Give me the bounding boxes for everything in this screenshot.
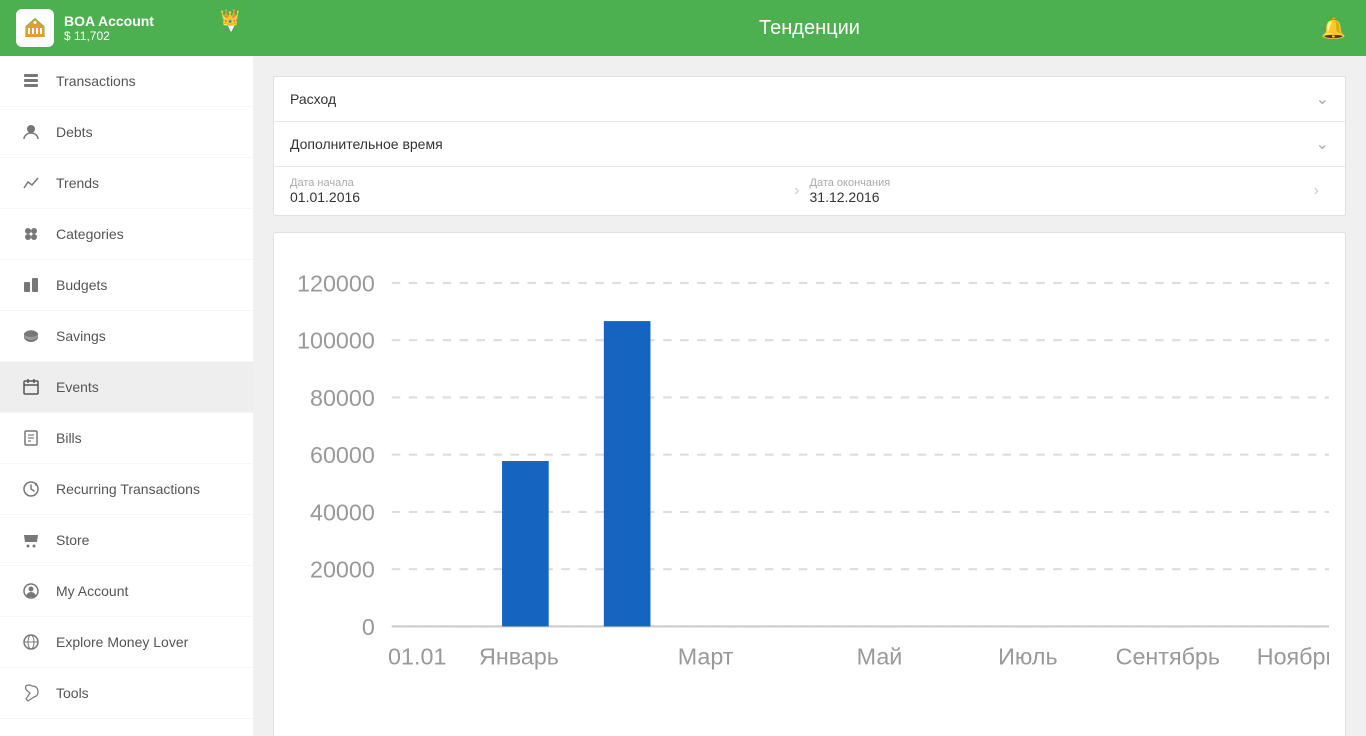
events-icon	[20, 376, 42, 398]
date-end-block: Дата окончания 31.12.2016	[810, 177, 1304, 205]
sidebar-item-store[interactable]: Store	[0, 515, 253, 566]
sidebar-item-label-my-account: My Account	[56, 583, 128, 599]
chart-panel: 120000 100000 80000 60000 40000 20000 0	[273, 232, 1346, 736]
sidebar-item-savings[interactable]: Savings	[0, 311, 253, 362]
budgets-icon	[20, 274, 42, 296]
debts-icon	[20, 121, 42, 143]
filter-time-chevron: ⌄	[1316, 134, 1329, 154]
svg-text:Январь: Январь	[479, 644, 559, 670]
svg-text:100000: 100000	[297, 328, 375, 354]
sidebar-header-left: BOA Account $ 11,702	[16, 9, 154, 47]
recurring-icon	[20, 478, 42, 500]
svg-text:01.01: 01.01	[388, 644, 446, 670]
date-range-arrow: ›	[784, 182, 809, 200]
transactions-icon	[20, 70, 42, 92]
sidebar-item-label-trends: Trends	[56, 175, 99, 191]
bank-icon	[23, 16, 47, 40]
sidebar-item-events[interactable]: Events	[0, 362, 253, 413]
page-title: Тенденции	[759, 17, 860, 40]
bills-icon	[20, 427, 42, 449]
store-icon	[20, 529, 42, 551]
crown-icon: 👑	[220, 8, 240, 28]
trends-icon	[20, 172, 42, 194]
sidebar-item-label-transactions: Transactions	[56, 73, 136, 89]
svg-text:Май: Май	[857, 644, 903, 670]
sidebar: 👑 BOA Account $ 11,7	[0, 0, 253, 736]
explore-icon	[20, 631, 42, 653]
sidebar-item-transactions[interactable]: Transactions	[0, 56, 253, 107]
sidebar-item-label-categories: Categories	[56, 226, 124, 242]
content-area: Расход ⌄ Дополнительное время ⌄ Дата нач…	[253, 56, 1366, 736]
sidebar-logo	[16, 9, 54, 47]
sidebar-item-debts[interactable]: Debts	[0, 107, 253, 158]
filter-type-label: Расход	[290, 91, 336, 107]
filter-type-row[interactable]: Расход ⌄	[274, 77, 1345, 122]
sidebar-item-budgets[interactable]: Budgets	[0, 260, 253, 311]
sidebar-item-bills[interactable]: Bills	[0, 413, 253, 464]
categories-icon	[20, 223, 42, 245]
sidebar-item-help[interactable]: ? Help	[0, 719, 253, 736]
sidebar-item-label-budgets: Budgets	[56, 277, 107, 293]
account-balance: $ 11,702	[64, 29, 154, 43]
svg-text:Сентябрь: Сентябрь	[1116, 644, 1220, 670]
svg-text:40000: 40000	[310, 499, 375, 525]
date-start-label: Дата начала	[290, 177, 784, 189]
topbar: Тенденции 🔔	[253, 0, 1366, 56]
bar-january	[502, 461, 549, 626]
date-end-arrow: ›	[1304, 182, 1329, 200]
svg-text:Ноябрь: Ноябрь	[1257, 644, 1329, 670]
date-end-value: 31.12.2016	[810, 189, 1304, 205]
sidebar-item-explore[interactable]: Explore Money Lover	[0, 617, 253, 668]
bar-february	[604, 321, 651, 626]
svg-text:20000: 20000	[310, 557, 375, 583]
sidebar-item-my-account[interactable]: My Account	[0, 566, 253, 617]
svg-text:60000: 60000	[310, 442, 375, 468]
sidebar-item-label-tools: Tools	[56, 685, 89, 701]
date-start-block: Дата начала 01.01.2016	[290, 177, 784, 205]
trend-chart: 120000 100000 80000 60000 40000 20000 0	[290, 249, 1329, 736]
date-range-row: Дата начала 01.01.2016 › Дата окончания …	[274, 167, 1345, 215]
nav-list: Transactions Debts Trends Categories Bud	[0, 56, 253, 736]
svg-text:Март: Март	[678, 644, 734, 670]
sidebar-item-trends[interactable]: Trends	[0, 158, 253, 209]
main: Тенденции 🔔 Расход ⌄ Дополнительное врем…	[253, 0, 1366, 736]
sidebar-item-label-store: Store	[56, 532, 89, 548]
tools-icon	[20, 682, 42, 704]
account-name: BOA Account	[64, 13, 154, 29]
sidebar-header: 👑 BOA Account $ 11,7	[0, 0, 253, 56]
sidebar-item-label-explore: Explore Money Lover	[56, 634, 188, 650]
filter-type-chevron: ⌄	[1316, 89, 1329, 109]
sidebar-item-label-savings: Savings	[56, 328, 106, 344]
my-account-icon	[20, 580, 42, 602]
sidebar-account-info: BOA Account $ 11,702	[64, 13, 154, 43]
sidebar-item-categories[interactable]: Categories	[0, 209, 253, 260]
svg-text:Июль: Июль	[998, 644, 1057, 670]
notification-bell-icon[interactable]: 🔔	[1321, 16, 1346, 41]
sidebar-item-label-debts: Debts	[56, 124, 93, 140]
filter-panel: Расход ⌄ Дополнительное время ⌄ Дата нач…	[273, 76, 1346, 216]
date-end-label: Дата окончания	[810, 177, 1304, 189]
filter-time-row[interactable]: Дополнительное время ⌄	[274, 122, 1345, 167]
savings-icon	[20, 325, 42, 347]
filter-time-label: Дополнительное время	[290, 136, 443, 152]
date-start-value: 01.01.2016	[290, 189, 784, 205]
sidebar-item-tools[interactable]: Tools	[0, 668, 253, 719]
svg-text:0: 0	[362, 614, 375, 640]
svg-text:120000: 120000	[297, 270, 375, 296]
sidebar-item-recurring[interactable]: Recurring Transactions	[0, 464, 253, 515]
sidebar-item-label-events: Events	[56, 379, 99, 395]
sidebar-item-label-recurring: Recurring Transactions	[56, 481, 200, 497]
svg-text:80000: 80000	[310, 385, 375, 411]
sidebar-item-label-bills: Bills	[56, 430, 82, 446]
